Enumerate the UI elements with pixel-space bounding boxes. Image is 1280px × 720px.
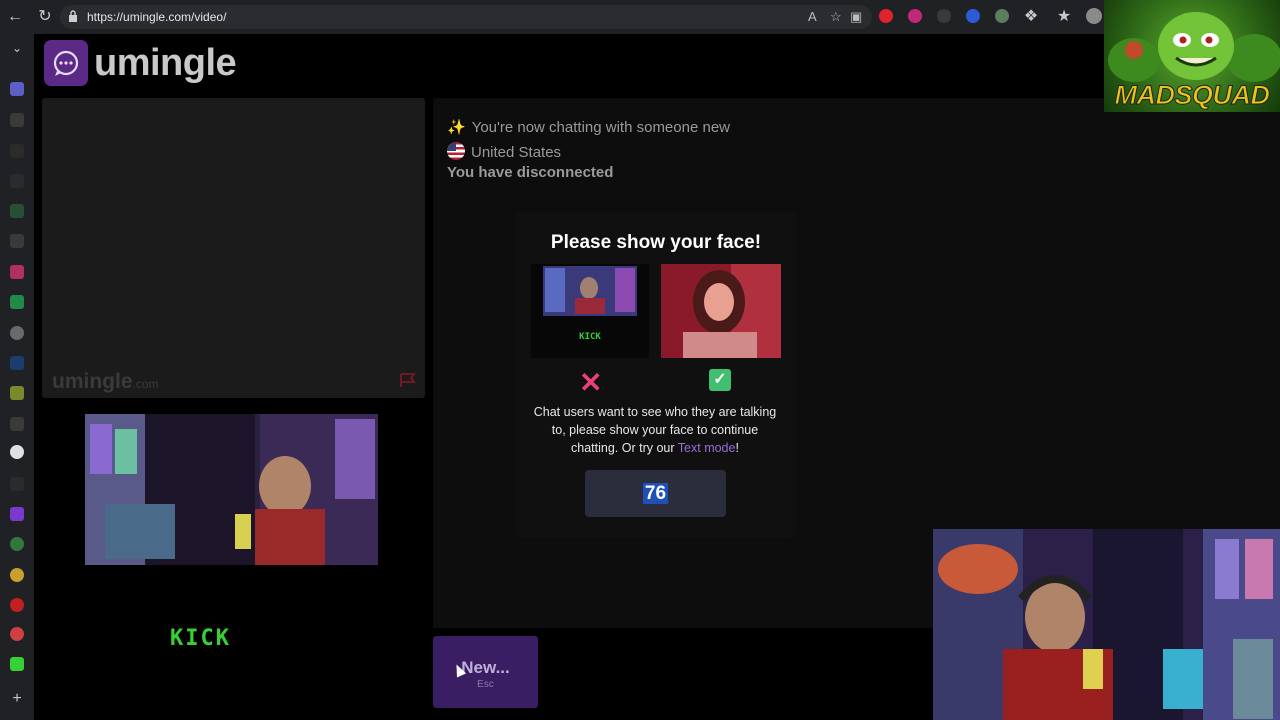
extension-icon-1[interactable] [879,9,893,23]
lock-icon [69,10,77,22]
sidebar-tab-icon[interactable] [10,627,24,641]
sidebar-tab-icon[interactable] [10,265,24,279]
sparkle-icon: ✨ [447,119,466,136]
sidebar-tab-icon[interactable] [10,386,24,400]
modal-title: Please show your face! [550,232,762,253]
text-mode-link[interactable]: Text mode [678,441,736,455]
read-aloud-icon[interactable]: A [808,9,817,24]
chat-status-country: United States [447,142,561,161]
extension-icon-2[interactable] [908,9,922,23]
streamer-webcam-overlay [933,529,1280,720]
sidebar-tab-icon[interactable] [10,326,24,340]
chat-status-connected: ✨ You're now chatting with someone new [447,119,730,136]
self-camera-video [85,414,378,565]
browser-sidebar: ⌄ + [0,34,34,720]
us-flag-icon [447,142,465,160]
kick-logo: KICK [170,626,231,651]
reload-icon[interactable]: ↻ [35,7,55,27]
cross-mark-icon: ✕ [579,367,603,398]
extensions-puzzle-icon[interactable]: ❖ [1021,7,1041,27]
video-watermark: umingle.com [52,370,159,393]
browser-toolbar: ← ↻ https://umingle.com/video/ A ☆ ▣ ❖ ★ [0,0,1280,34]
kick-example-text: KICK [579,332,601,342]
sidebar-tab-icon[interactable] [10,356,24,370]
checkmark-icon: ✓ [709,369,731,391]
url-text: https://umingle.com/video/ [87,10,227,24]
brand-overlay-text: MADSQUAD [1114,80,1271,111]
new-chat-button[interactable]: New... Esc [433,636,538,708]
favorite-star-icon[interactable]: ☆ [830,9,842,25]
good-example-image [661,264,781,358]
sidebar-tab-icon[interactable] [10,174,24,188]
new-chat-label: New... [461,658,510,677]
sidebar-tab-icon[interactable] [10,598,24,612]
sidebar-tab-icon[interactable] [10,568,24,582]
brand-overlay-logo: MADSQUAD [1104,0,1280,112]
modal-message: Chat users want to see who they are talk… [533,405,777,455]
sidebar-tab-icon[interactable] [10,417,24,431]
stranger-video [42,98,425,398]
sidebar-tab-icon[interactable] [10,537,24,551]
extension-icon-4[interactable] [966,9,980,23]
umingle-logo-icon[interactable] [44,40,88,86]
report-flag-icon[interactable] [398,372,418,388]
sidebar-tab-icon[interactable] [10,113,24,127]
sidebar-tab-icon[interactable] [10,657,24,671]
extension-icon-5[interactable] [995,9,1009,23]
sidebar-tab-icon[interactable] [10,295,24,309]
site-logo[interactable]: umingle [94,42,237,85]
back-icon[interactable]: ← [5,7,25,27]
bad-example-image: KICK [531,264,649,358]
extension-icon-3[interactable] [937,9,951,23]
countdown-button[interactable]: 76 [585,470,726,517]
sidebar-tab-icon[interactable] [10,82,24,96]
chevron-down-icon[interactable]: ⌄ [7,38,27,58]
profile-avatar[interactable] [1086,8,1102,24]
add-tab-icon[interactable]: + [7,689,27,709]
video-icon[interactable]: ▣ [850,9,862,25]
sidebar-tab-icon[interactable] [10,477,24,491]
chat-status-disconnected: You have disconnected [447,164,614,181]
sidebar-tab-icon[interactable] [10,144,24,158]
sidebar-tab-icon[interactable] [10,507,24,521]
sidebar-tab-icon[interactable] [10,204,24,218]
sidebar-tab-icon[interactable] [10,445,24,459]
address-bar[interactable]: https://umingle.com/video/ A ☆ ▣ [60,5,872,29]
favorites-icon[interactable]: ★ [1054,7,1074,27]
countdown-value: 76 [642,483,669,504]
new-chat-shortcut: Esc [477,679,494,690]
sidebar-tab-icon[interactable] [10,234,24,248]
